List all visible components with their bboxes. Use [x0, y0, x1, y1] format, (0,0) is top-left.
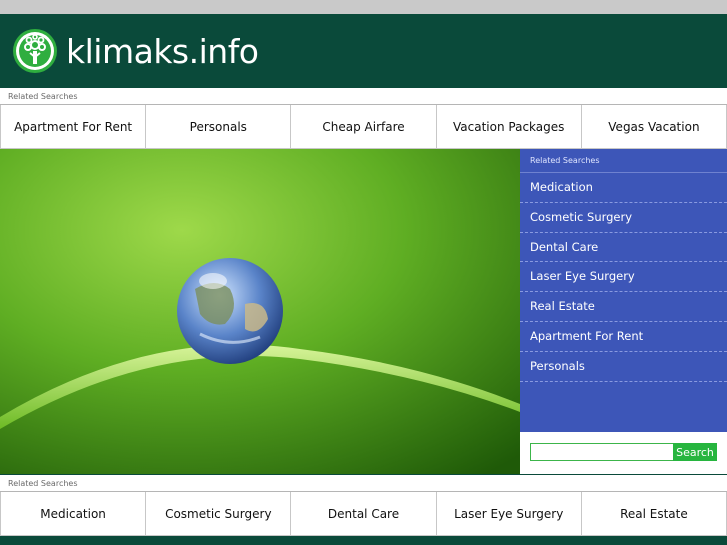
top-link-vegas-vacation[interactable]: Vegas Vacation — [581, 105, 727, 149]
sidebar-item-dental-care[interactable]: Dental Care — [520, 233, 727, 263]
sidebar-item-apartment-for-rent[interactable]: Apartment For Rent — [520, 322, 727, 352]
top-link-personals[interactable]: Personals — [146, 105, 292, 149]
sidebar-item-cosmetic-surgery[interactable]: Cosmetic Surgery — [520, 203, 727, 233]
top-link-apartment-for-rent[interactable]: Apartment For Rent — [0, 105, 147, 149]
search-input[interactable] — [530, 443, 674, 461]
search-button[interactable]: Search — [673, 443, 717, 461]
search-area: Search — [520, 432, 727, 474]
bottom-link-cosmetic-surgery[interactable]: Cosmetic Surgery — [146, 492, 292, 536]
sidebar-related-label: Related Searches — [520, 149, 727, 173]
top-strip — [0, 0, 727, 14]
bottom-links-row: Medication Cosmetic Surgery Dental Care … — [0, 492, 727, 536]
sidebar-item-personals[interactable]: Personals — [520, 352, 727, 382]
bottom-link-medication[interactable]: Medication — [0, 492, 147, 536]
bottom-link-laser-eye-surgery[interactable]: Laser Eye Surgery — [436, 492, 582, 536]
footer-bar — [0, 537, 727, 545]
top-related-label: Related Searches — [0, 88, 727, 105]
bottom-link-real-estate[interactable]: Real Estate — [581, 492, 727, 536]
sidebar: Related Searches Medication Cosmetic Sur… — [520, 149, 727, 474]
top-links-row: Apartment For Rent Personals Cheap Airfa… — [0, 105, 727, 149]
sidebar-item-laser-eye-surgery[interactable]: Laser Eye Surgery — [520, 262, 727, 293]
top-link-vacation-packages[interactable]: Vacation Packages — [436, 105, 582, 149]
sidebar-item-medication[interactable]: Medication — [520, 173, 727, 203]
site-header: klimaks.info — [0, 14, 727, 88]
tree-icon[interactable] — [13, 29, 57, 73]
bottom-link-dental-care[interactable]: Dental Care — [291, 492, 437, 536]
site-title[interactable]: klimaks.info — [66, 32, 259, 72]
hero-image — [0, 149, 520, 474]
bottom-related-label: Related Searches — [0, 475, 727, 492]
sidebar-item-real-estate[interactable]: Real Estate — [520, 292, 727, 322]
top-link-cheap-airfare[interactable]: Cheap Airfare — [291, 105, 437, 149]
